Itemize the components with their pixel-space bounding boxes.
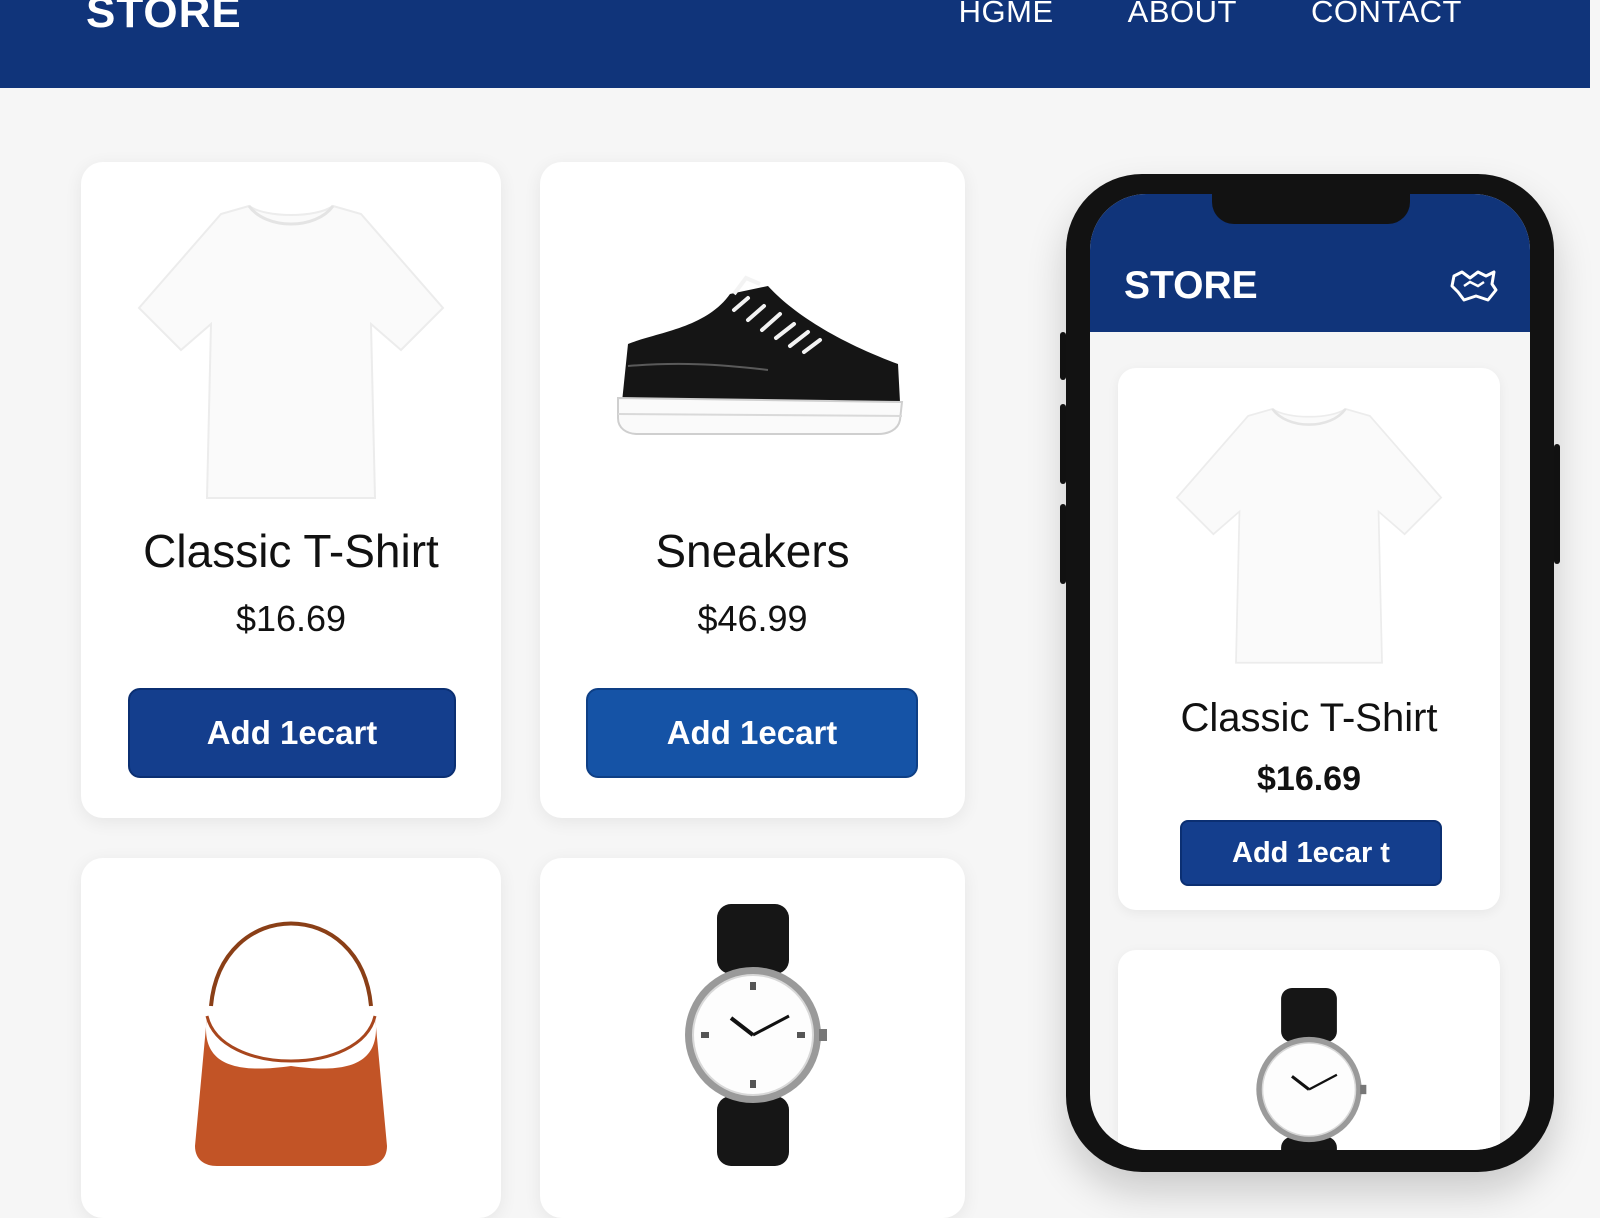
tshirt-icon — [1175, 408, 1443, 664]
wristwatch-icon — [1256, 988, 1367, 1150]
mobile-product-price: $16.69 — [1257, 760, 1361, 798]
add-to-cart-button[interactable]: Add 1ecart — [586, 688, 918, 778]
mobile-product-name: Classic T-Shirt — [1180, 696, 1438, 740]
sneaker-icon — [616, 275, 903, 435]
product-price: $46.99 — [697, 598, 808, 639]
product-card-watch — [540, 858, 965, 1218]
product-price: $16.69 — [235, 598, 347, 639]
product-name: Sneakers — [655, 525, 850, 577]
phone-side-button — [1060, 504, 1066, 584]
wristwatch-icon — [684, 904, 827, 1166]
product-name: Classic T-Shirt — [143, 525, 439, 577]
phone-notch — [1212, 194, 1410, 224]
product-card-tshirt: Classic T-Shirt $16.69 Add 1ecart — [81, 162, 501, 818]
handbag-icon — [195, 921, 387, 1166]
mobile-product-image-watch — [1118, 988, 1500, 1150]
product-card-sneakers: Sneakers $46.99 Add 1ecart — [540, 162, 965, 818]
cart-icon-svg — [1450, 270, 1498, 302]
product-image-watch — [540, 904, 965, 1184]
mobile-preview-phone: STORE Classic T-Shirt $16.69 Add 1ecar t — [1060, 174, 1560, 1172]
product-card-handbag — [81, 858, 501, 1218]
tshirt-icon — [137, 204, 445, 499]
phone-side-button — [1060, 332, 1066, 380]
cart-icon[interactable] — [1450, 268, 1498, 309]
product-image-handbag — [81, 906, 501, 1186]
mobile-product-card: Classic T-Shirt $16.69 Add 1ecar t — [1118, 368, 1500, 910]
mobile-product-image — [1118, 402, 1500, 668]
main-nav: HGME ABOUT CONTACT — [959, 0, 1462, 30]
nav-contact-link[interactable]: CONTACT — [1311, 0, 1462, 30]
product-image-tshirt — [81, 198, 501, 499]
product-image-sneakers — [540, 198, 965, 478]
top-navbar: STORE HGME ABOUT CONTACT — [0, 0, 1590, 88]
nav-about-link[interactable]: ABOUT — [1128, 0, 1237, 30]
mobile-add-to-cart-button[interactable]: Add 1ecar t — [1180, 820, 1442, 886]
add-to-cart-button[interactable]: Add 1ecart — [128, 688, 456, 778]
mobile-product-card-watch — [1118, 950, 1500, 1150]
phone-screen: STORE Classic T-Shirt $16.69 Add 1ecar t — [1090, 194, 1530, 1150]
store-logo[interactable]: STORE — [86, 0, 242, 38]
phone-side-button — [1554, 444, 1560, 564]
mobile-store-logo[interactable]: STORE — [1124, 264, 1258, 308]
nav-home-link[interactable]: HGME — [959, 0, 1054, 30]
phone-side-button — [1060, 404, 1066, 484]
